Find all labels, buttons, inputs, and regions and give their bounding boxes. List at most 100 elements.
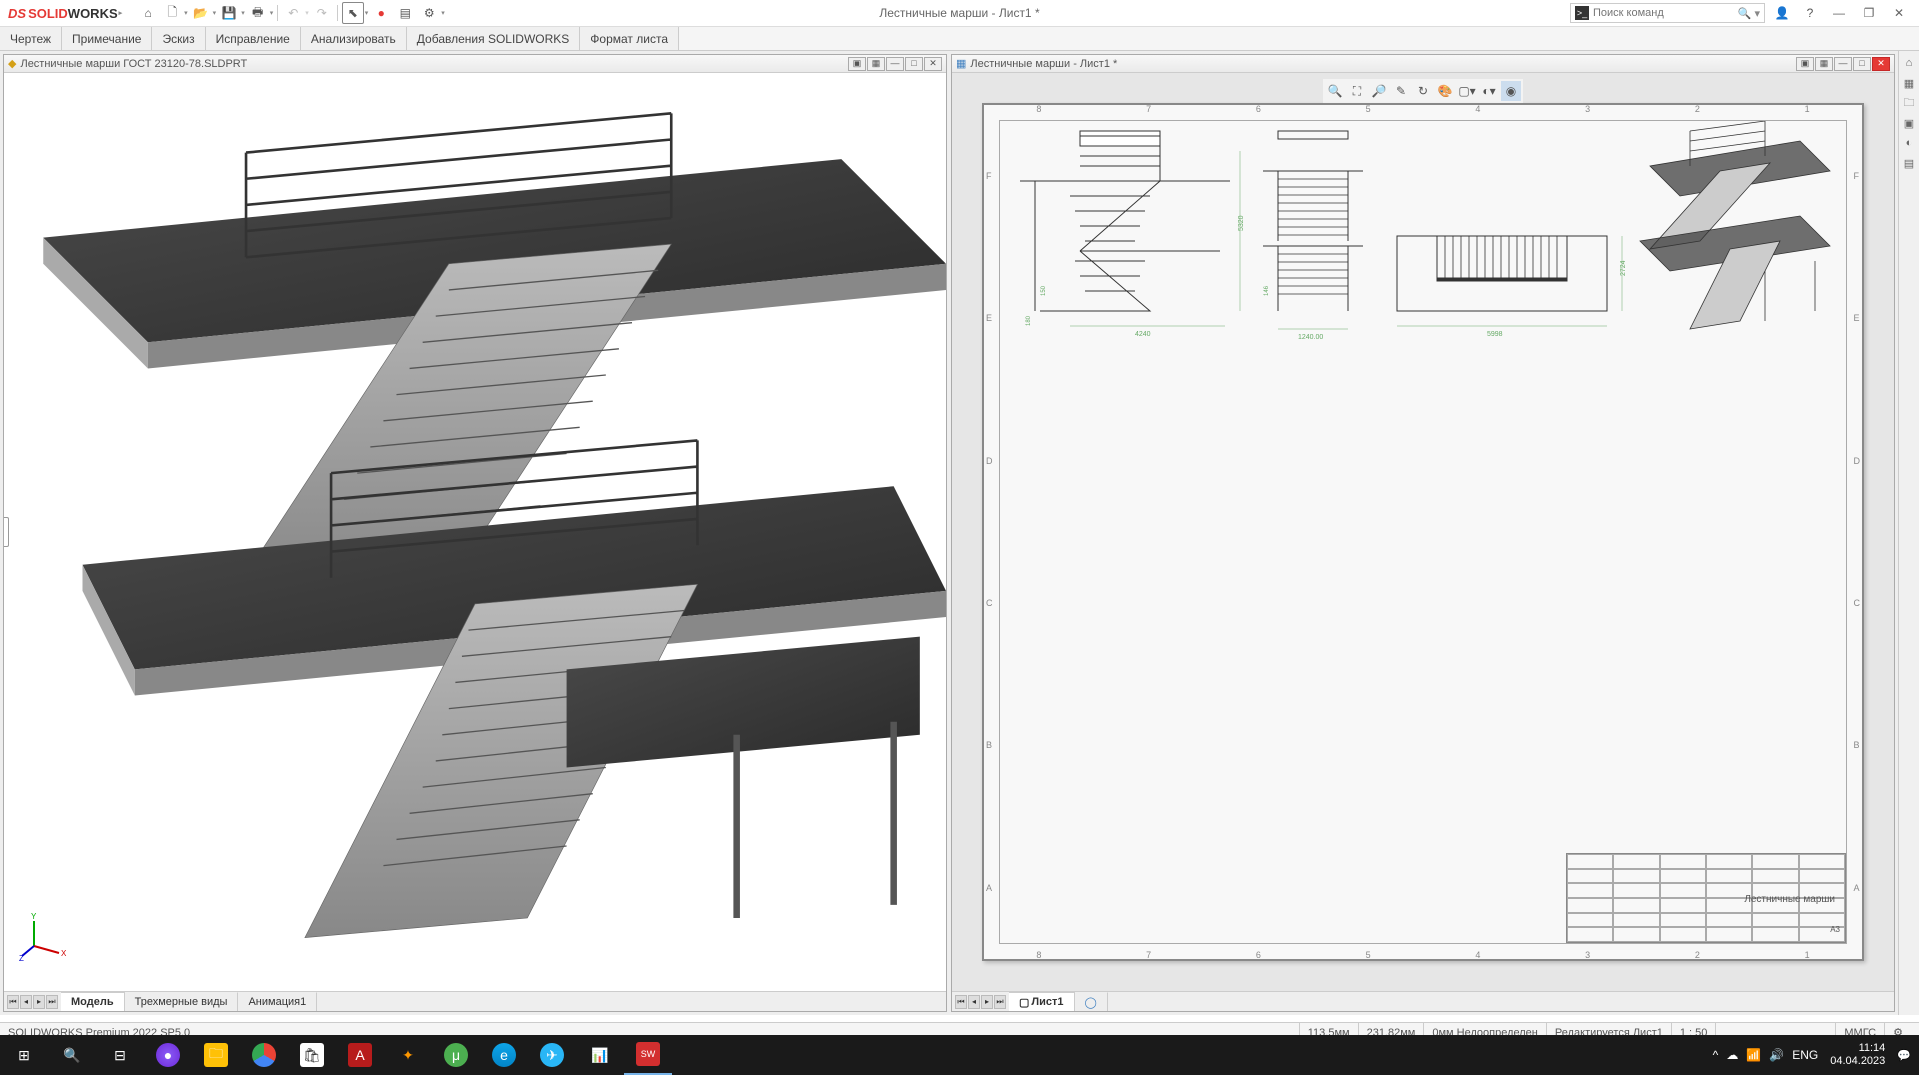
pane-minimize-btn[interactable]: — bbox=[1834, 57, 1852, 71]
telegram-icon[interactable]: ✈ bbox=[528, 1035, 576, 1075]
tab-animation[interactable]: Анимация1 bbox=[238, 992, 317, 1011]
side-view[interactable]: 1240.00 146 bbox=[1253, 121, 1373, 341]
utorrent-icon[interactable]: μ bbox=[432, 1035, 480, 1075]
tab-nav-first[interactable]: ⏮ bbox=[7, 995, 19, 1009]
restore-button[interactable]: ❐ bbox=[1857, 5, 1881, 21]
tab-nav-prev[interactable]: ◂ bbox=[968, 995, 980, 1009]
rotate-icon[interactable]: ✎ bbox=[1391, 81, 1411, 101]
select-icon[interactable]: ⬉ bbox=[342, 2, 364, 24]
minimize-button[interactable]: — bbox=[1827, 5, 1851, 21]
tab-model[interactable]: Модель bbox=[61, 992, 125, 1011]
cloud-icon[interactable]: ☁ bbox=[1726, 1048, 1738, 1062]
tab-3dviews[interactable]: Трехмерные виды bbox=[125, 992, 239, 1011]
tab-annotation[interactable]: Примечание bbox=[62, 27, 152, 50]
clock[interactable]: 11:14 04.04.2023 bbox=[1830, 1042, 1885, 1068]
add-sheet-button[interactable]: ◯ bbox=[1075, 992, 1108, 1011]
tray-expand-icon[interactable]: ^ bbox=[1713, 1048, 1719, 1062]
home-icon[interactable]: ⌂ bbox=[137, 2, 159, 24]
view-palette-icon[interactable]: ▣ bbox=[1901, 115, 1917, 131]
redo-icon[interactable]: ↷ bbox=[311, 2, 333, 24]
appearances-icon[interactable]: ◐ bbox=[1901, 135, 1917, 151]
command-search[interactable]: >_ 🔍 ▾ bbox=[1570, 3, 1765, 23]
tab-nav-last[interactable]: ⏭ bbox=[46, 995, 58, 1009]
explorer-icon[interactable]: 🗀 bbox=[192, 1035, 240, 1075]
search-icon[interactable]: 🔍 ▾ bbox=[1738, 7, 1760, 20]
print-icon[interactable]: 🖶 bbox=[247, 2, 269, 24]
chrome-icon[interactable] bbox=[240, 1035, 288, 1075]
open-file-icon[interactable]: 📂 bbox=[190, 2, 212, 24]
tab-nav-last[interactable]: ⏭ bbox=[994, 995, 1006, 1009]
title-block[interactable]: Лестничные марши A3 bbox=[1566, 853, 1846, 943]
zoom-fit-icon[interactable]: 🔍 bbox=[1325, 81, 1345, 101]
design-library-icon[interactable]: ▦ bbox=[1901, 75, 1917, 91]
file-explorer-icon[interactable]: 🗀 bbox=[1901, 95, 1917, 111]
pane-viewport-btn[interactable]: ▣ bbox=[1796, 57, 1814, 71]
3d-model-render bbox=[4, 73, 946, 991]
system-tray[interactable]: ^ ☁ 📶 🔊 ENG bbox=[1713, 1048, 1819, 1062]
start-button[interactable]: ⊞ bbox=[0, 1035, 48, 1075]
tab-nav-prev[interactable]: ◂ bbox=[20, 995, 32, 1009]
isometric-view[interactable] bbox=[1630, 121, 1840, 341]
taskview-button[interactable]: ⊟ bbox=[96, 1035, 144, 1075]
model-pane-title[interactable]: ◆ Лестничные марши ГОСТ 23120-78.SLDPRT … bbox=[4, 55, 946, 73]
wifi-icon[interactable]: 📶 bbox=[1746, 1048, 1761, 1062]
volume-icon[interactable]: 🔊 bbox=[1769, 1048, 1784, 1062]
top-view[interactable]: 5998 2724 bbox=[1377, 221, 1627, 341]
new-file-icon[interactable]: 🗋 bbox=[161, 2, 183, 24]
pane-viewport-btn[interactable]: ▣ bbox=[848, 57, 866, 71]
store-icon[interactable]: 🛍 bbox=[288, 1035, 336, 1075]
undo-icon[interactable]: ↶ bbox=[282, 2, 304, 24]
pane-close-btn[interactable]: ✕ bbox=[924, 57, 942, 71]
tab-nav-next[interactable]: ▸ bbox=[33, 995, 45, 1009]
save-icon[interactable]: 💾 bbox=[218, 2, 240, 24]
pane-close-btn[interactable]: ✕ bbox=[1872, 57, 1890, 71]
solidworks-icon[interactable]: SW bbox=[624, 1035, 672, 1075]
logo-menu[interactable]: ▸ bbox=[119, 9, 123, 17]
pane-maximize-btn[interactable]: □ bbox=[1853, 57, 1871, 71]
tab-drawing[interactable]: Чертеж bbox=[0, 27, 62, 50]
user-icon[interactable]: 👤 bbox=[1771, 2, 1793, 24]
3d-drawing-icon[interactable]: ◉ bbox=[1501, 81, 1521, 101]
sw-resources-icon[interactable]: ⌂ bbox=[1901, 55, 1917, 71]
edge-icon[interactable]: e bbox=[480, 1035, 528, 1075]
tab-evaluate[interactable]: Исправление bbox=[206, 27, 301, 50]
pane-viewport2-btn[interactable]: ▦ bbox=[1815, 57, 1833, 71]
tab-sheetformat[interactable]: Формат листа bbox=[580, 27, 679, 50]
zoom-area-icon[interactable]: ⛶ bbox=[1347, 81, 1367, 101]
pane-maximize-btn[interactable]: □ bbox=[905, 57, 923, 71]
front-view[interactable]: 5320 4240 150 180 bbox=[1000, 121, 1250, 341]
notifications-icon[interactable]: 💬 bbox=[1897, 1049, 1911, 1062]
options-icon[interactable]: ▤ bbox=[394, 2, 416, 24]
settings-icon[interactable]: ⚙ bbox=[418, 2, 440, 24]
tab-analyze[interactable]: Анализировать bbox=[301, 27, 407, 50]
close-button[interactable]: ✕ bbox=[1887, 5, 1911, 21]
search-button[interactable]: 🔍 bbox=[48, 1035, 96, 1075]
task-pane: ⌂ ▦ 🗀 ▣ ◐ ▤ bbox=[1898, 51, 1919, 1015]
axis-triad[interactable]: Y X Z bbox=[19, 911, 69, 961]
display-style-icon[interactable]: 🎨 bbox=[1435, 81, 1455, 101]
tab-nav-first[interactable]: ⏮ bbox=[955, 995, 967, 1009]
model-viewport[interactable]: Y X Z bbox=[4, 73, 946, 991]
hlr-icon[interactable]: ▢▾ bbox=[1457, 81, 1477, 101]
pane-viewport2-btn[interactable]: ▦ bbox=[867, 57, 885, 71]
yandex-icon[interactable]: ● bbox=[144, 1035, 192, 1075]
tab-nav-next[interactable]: ▸ bbox=[981, 995, 993, 1009]
autocad-icon[interactable]: A bbox=[336, 1035, 384, 1075]
pan-icon[interactable]: ↻ bbox=[1413, 81, 1433, 101]
drawing-pane-title[interactable]: ▦ Лестничные марши - Лист1 * ▣ ▦ — □ ✕ bbox=[952, 55, 1894, 73]
tab-sheet1[interactable]: ▢Лист1 bbox=[1009, 992, 1075, 1011]
tab-addins[interactable]: Добавления SOLIDWORKS bbox=[407, 27, 581, 50]
tab-sketch[interactable]: Эскиз bbox=[152, 27, 205, 50]
traffic-light-icon[interactable]: ● bbox=[370, 2, 392, 24]
drawing-sheet[interactable]: 87654321 87654321 FEDCBA FEDCBA bbox=[982, 103, 1864, 961]
search-input[interactable] bbox=[1593, 7, 1738, 19]
section-icon[interactable]: ◐▾ bbox=[1479, 81, 1499, 101]
pane-minimize-btn[interactable]: — bbox=[886, 57, 904, 71]
custom-props-icon[interactable]: ▤ bbox=[1901, 155, 1917, 171]
app-icon-orange[interactable]: ✦ bbox=[384, 1035, 432, 1075]
help-icon[interactable]: ? bbox=[1799, 2, 1821, 24]
zoom-prev-icon[interactable]: 🔎 bbox=[1369, 81, 1389, 101]
drawing-viewport[interactable]: 🔍 ⛶ 🔎 ✎ ↻ 🎨 ▢▾ ◐▾ ◉ 87654321 87654321 bbox=[952, 73, 1894, 991]
language-indicator[interactable]: ENG bbox=[1792, 1048, 1818, 1062]
app-icon-chart[interactable]: 📊 bbox=[576, 1035, 624, 1075]
